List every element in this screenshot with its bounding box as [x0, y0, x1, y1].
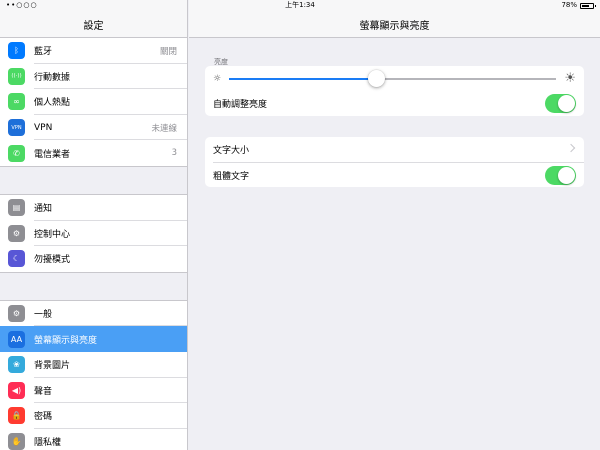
sidebar-item[interactable]: ☾ 勿擾模式 [0, 246, 187, 272]
sidebar-item[interactable]: 🔒 密碼 [0, 403, 187, 429]
brightness-slider-row: ☼ ☀ [205, 66, 584, 91]
auto-brightness-toggle[interactable] [545, 94, 576, 113]
brightness-card: ☼ ☀ 自動調整亮度 [205, 66, 584, 116]
sidebar-item-value: 關閉 [159, 46, 177, 57]
chevron-right-icon [566, 143, 576, 153]
sidebar-item-label: 隱私權 [34, 438, 62, 449]
sidebar-item-label: 藍牙 [34, 47, 53, 58]
sidebar-item-label: 背景圖片 [34, 361, 71, 372]
sidebar-item[interactable]: ❀ 背景圖片 [0, 352, 187, 378]
sidebar-groups: ᛒ 藍牙 關閉 ((·)) 行動數據 ∞ 個人熱點 VPN VPN 未連線 ✆ 電信業者 3 ▤ 通知 ⚙ 控制… [0, 38, 187, 450]
sidebar-item-label: VPN [34, 122, 53, 133]
sidebar-item[interactable]: ✆ 電信業者 3 [0, 140, 187, 166]
sidebar-item-label: 螢幕顯示與亮度 [34, 335, 98, 346]
sidebar-item[interactable]: ▤ 通知 [0, 195, 187, 221]
privacy-hand-icon: ✋ [8, 433, 25, 450]
hotspot-link-icon: ∞ [8, 93, 25, 111]
moon-icon: ☾ [8, 250, 25, 268]
wallpaper-flower-icon: ❀ [8, 356, 25, 374]
vpn-icon: VPN [8, 119, 25, 137]
sidebar-item[interactable]: ◀) 聲音 [0, 378, 187, 404]
bluetooth-icon: ᛒ [8, 42, 25, 60]
sidebar-item-label: 個人熱點 [34, 98, 71, 109]
sidebar-item-value: 3 [171, 148, 177, 159]
text-size-row[interactable]: 文字大小 [205, 137, 584, 162]
sidebar-item[interactable]: AA 螢幕顯示與亮度 [0, 326, 187, 352]
sidebar-item-label: 通知 [34, 204, 53, 215]
sidebar-item[interactable]: ⚙ 一般 [0, 301, 187, 327]
sidebar-item-label: 一般 [34, 310, 53, 321]
sidebar-item-label: 密碼 [34, 412, 53, 423]
battery-status: 78% [561, 0, 596, 11]
sidebar-item-label: 電信業者 [34, 149, 71, 160]
toggle-knob [558, 95, 575, 112]
text-card: 文字大小 粗體文字 [205, 137, 584, 187]
auto-brightness-row: 自動調整亮度 [205, 91, 584, 116]
slider-fill [229, 77, 377, 80]
bold-text-label: 粗體文字 [213, 171, 250, 182]
notifications-icon: ▤ [8, 199, 25, 217]
status-bar: ••○○○ 上午1:34 78% [0, 0, 600, 11]
sidebar-item-label: 聲音 [34, 386, 53, 397]
brightness-caption: 亮度 [214, 58, 228, 66]
sun-small-icon: ☼ [213, 73, 222, 84]
sidebar-item[interactable]: ((·)) 行動數據 [0, 64, 187, 90]
phone-icon: ✆ [8, 144, 25, 162]
speaker-icon: ◀) [8, 381, 25, 399]
lock-icon: 🔒 [8, 407, 25, 425]
sidebar-group: ᛒ 藍牙 關閉 ((·)) 行動數據 ∞ 個人熱點 VPN VPN 未連線 ✆ 電信業者 3 [0, 38, 187, 167]
sidebar-item-label: 行動數據 [34, 72, 71, 83]
control-center-icon: ⚙ [8, 224, 25, 242]
brightness-slider[interactable] [229, 69, 557, 87]
display-brightness-icon: AA [8, 330, 25, 348]
sun-large-icon: ☀ [564, 71, 576, 86]
status-time: 上午1:34 [285, 1, 315, 9]
sidebar-item-label: 勿擾模式 [34, 255, 71, 266]
gear-icon: ⚙ [8, 305, 25, 323]
sidebar-group: ⚙ 一般 AA 螢幕顯示與亮度 ❀ 背景圖片 ◀) 聲音 🔒 密碼 ✋ 隱私權 [0, 299, 187, 450]
sidebar-group: ▤ 通知 ⚙ 控制中心 ☾ 勿擾模式 [0, 193, 187, 273]
sidebar-item[interactable]: ∞ 個人熱點 [0, 89, 187, 115]
settings-sidebar: 設定 ᛒ 藍牙 關閉 ((·)) 行動數據 ∞ 個人熱點 VPN VPN 未連線 ✆ 電信業者 3 ▤ 通知… [0, 0, 188, 450]
toggle-knob [558, 167, 575, 184]
auto-brightness-label: 自動調整亮度 [213, 100, 268, 110]
sidebar-item[interactable]: ✋ 隱私權 [0, 429, 187, 450]
battery-icon [580, 2, 596, 9]
cellular-antenna-icon: ((·)) [8, 67, 25, 85]
sidebar-item[interactable]: ᛒ 藍牙 關閉 [0, 38, 187, 64]
battery-percent: 78% [561, 1, 577, 9]
sidebar-item[interactable]: VPN VPN 未連線 [0, 115, 187, 141]
bold-text-toggle[interactable] [545, 166, 576, 185]
sidebar-item-value: 未連線 [151, 123, 177, 134]
bold-text-row: 粗體文字 [213, 162, 584, 187]
text-size-label: 文字大小 [213, 146, 250, 156]
sidebar-item[interactable]: ⚙ 控制中心 [0, 221, 187, 247]
slider-thumb[interactable] [368, 69, 386, 87]
sidebar-item-label: 控制中心 [34, 229, 71, 240]
detail-pane: 螢幕顯示與亮度 亮度 ☼ ☀ 自動調整亮度 文字大小 粗體文字 [189, 0, 600, 450]
